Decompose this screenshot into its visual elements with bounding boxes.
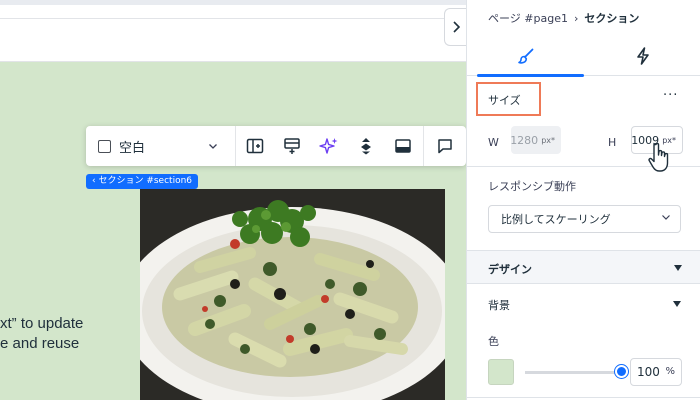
add-section-button[interactable] bbox=[273, 126, 310, 166]
toolbar-divider bbox=[423, 126, 424, 166]
height-label: H bbox=[608, 136, 617, 149]
opacity-input[interactable]: 100 % bbox=[630, 358, 682, 386]
active-tab-indicator bbox=[477, 74, 584, 77]
breadcrumb-separator: › bbox=[573, 11, 579, 25]
paintbrush-icon bbox=[517, 48, 533, 64]
ai-assistant-button[interactable] bbox=[310, 126, 347, 166]
editor-canvas[interactable]: xt” to update e and reuse 空白 ‹ セクション #se… bbox=[0, 0, 466, 400]
width-label: W bbox=[488, 136, 499, 149]
responsive-behavior-select[interactable]: 比例してスケーリング bbox=[488, 205, 681, 233]
responsive-behavior-value: 比例してスケーリング bbox=[501, 213, 611, 226]
collapse-triangle-icon[interactable] bbox=[673, 301, 681, 307]
breadcrumb: ページ #page1 › セクション bbox=[488, 10, 639, 26]
header-section[interactable] bbox=[0, 18, 466, 62]
pasta-photo-illustration bbox=[140, 189, 445, 400]
design-section-title: デザイン bbox=[488, 263, 532, 276]
layout-dropdown[interactable]: 空白 bbox=[86, 126, 236, 166]
add-section-icon bbox=[283, 138, 300, 154]
lightning-icon bbox=[636, 47, 649, 65]
chevron-down-icon bbox=[209, 143, 217, 149]
background-icon bbox=[394, 139, 411, 153]
body-text-line-1: xt” to update bbox=[0, 315, 84, 332]
comment-icon bbox=[437, 139, 452, 154]
opacity-slider-handle[interactable] bbox=[614, 365, 628, 378]
breadcrumb-current: セクション bbox=[584, 12, 640, 25]
pasta-image[interactable] bbox=[140, 189, 445, 400]
arrange-button[interactable] bbox=[347, 126, 384, 166]
design-section-header[interactable]: デザイン bbox=[467, 250, 700, 284]
section-toolbar: 空白 bbox=[86, 126, 466, 166]
breadcrumb-parent[interactable]: ページ #page1 bbox=[488, 10, 568, 26]
panel-divider bbox=[467, 397, 700, 398]
tab-interactions[interactable] bbox=[584, 36, 700, 76]
section-background-button[interactable] bbox=[384, 126, 421, 166]
layout-dropdown-label: 空白 bbox=[119, 140, 146, 156]
layout-tool-button[interactable] bbox=[236, 126, 273, 166]
background-color-swatch[interactable] bbox=[488, 359, 514, 385]
size-section-title: サイズ bbox=[488, 94, 521, 107]
width-field: 1280 px* bbox=[510, 126, 561, 154]
width-value: 1280 bbox=[510, 133, 539, 147]
comment-button[interactable] bbox=[426, 126, 463, 166]
chevron-right-icon bbox=[452, 21, 460, 33]
section-name-tag[interactable]: ‹ セクション #section6 bbox=[86, 174, 199, 189]
layout-icon bbox=[246, 138, 263, 154]
more-options-button[interactable]: ··· bbox=[663, 88, 678, 103]
tab-design[interactable] bbox=[467, 36, 584, 77]
arrange-icon bbox=[360, 138, 371, 155]
collapse-triangle-icon bbox=[674, 265, 682, 271]
inspector-tabs bbox=[467, 36, 700, 77]
width-unit: px* bbox=[541, 135, 555, 145]
panel-collapse-button[interactable] bbox=[444, 8, 466, 46]
chevron-down-icon bbox=[662, 215, 670, 220]
body-text-line-2: e and reuse bbox=[0, 335, 80, 352]
inspector-panel: ページ #page1 › セクション サイズ ··· W 1280 px* H … bbox=[466, 0, 700, 400]
opacity-slider-fill bbox=[525, 370, 621, 374]
opacity-unit: % bbox=[665, 366, 675, 377]
canvas-top-bar bbox=[0, 0, 466, 5]
blank-square-icon bbox=[98, 139, 111, 153]
background-title[interactable]: 背景 bbox=[488, 297, 510, 313]
color-label: 色 bbox=[488, 335, 499, 348]
responsive-behavior-title: レスポンシブ動作 bbox=[488, 180, 576, 193]
section-body-text[interactable]: xt” to update e and reuse bbox=[0, 314, 120, 354]
opacity-value: 100 bbox=[637, 365, 660, 379]
hand-pointer-cursor-icon bbox=[648, 142, 669, 172]
ai-sparkle-icon bbox=[318, 138, 337, 154]
